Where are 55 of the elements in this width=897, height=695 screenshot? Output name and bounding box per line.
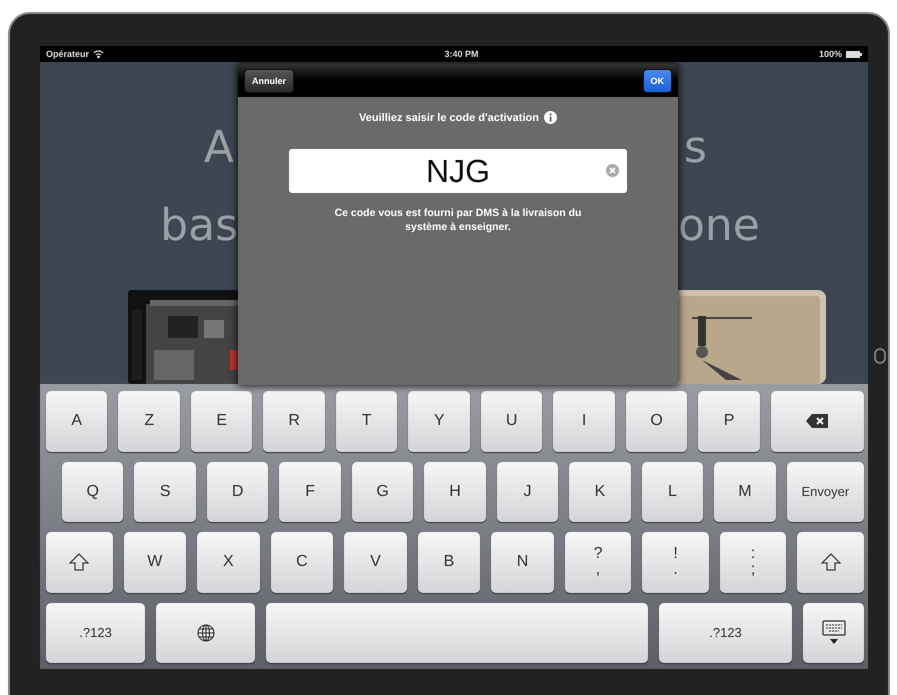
letter-key[interactable]: P (698, 391, 760, 452)
letter-key[interactable]: O (626, 391, 688, 452)
return-key[interactable]: Envoyer (786, 462, 864, 522)
wifi-icon (93, 50, 104, 58)
numbers-key[interactable]: .?123 (658, 602, 792, 663)
punctuation-key[interactable]: : ; (720, 532, 786, 592)
letter-key[interactable]: G (352, 462, 414, 522)
chalkboard-text: A (204, 121, 235, 175)
letter-key[interactable]: S (134, 462, 196, 522)
letter-key[interactable]: J (496, 462, 558, 522)
chalkboard-text: one (678, 199, 760, 253)
activation-code-field[interactable]: NJG (289, 149, 627, 193)
globe-icon (196, 624, 215, 642)
clock-label: 3:40 PM (444, 49, 478, 59)
carrier-label: Opérateur (46, 49, 90, 59)
letter-key[interactable]: M (714, 462, 776, 522)
letter-key[interactable]: K (569, 462, 631, 522)
letter-key[interactable]: H (424, 462, 486, 522)
battery-icon (846, 50, 862, 58)
backspace-icon (806, 414, 828, 428)
chalkboard-text: s (683, 121, 707, 175)
letter-key[interactable]: U (480, 391, 542, 452)
letter-key[interactable]: R (263, 391, 325, 452)
letter-key[interactable]: N (491, 532, 554, 592)
punctuation-key[interactable]: ? , (564, 532, 632, 592)
battery-label: 100% (818, 49, 842, 59)
globe-key[interactable] (156, 602, 256, 663)
letter-key[interactable]: F (279, 462, 341, 522)
ok-button[interactable]: OK (642, 68, 672, 92)
keyboard-hide-icon (822, 620, 846, 646)
dialog-prompt: Veuilliez saisir le code d'activation (359, 112, 539, 124)
letter-key[interactable]: D (206, 462, 268, 522)
cancel-button[interactable]: Annuler (244, 68, 294, 92)
letter-key[interactable]: B (418, 532, 480, 592)
letter-key[interactable]: A (46, 391, 108, 452)
letter-key[interactable]: V (344, 532, 407, 592)
letter-key[interactable]: Y (408, 391, 470, 452)
letter-key[interactable]: I (553, 391, 615, 452)
letter-key[interactable]: Q (62, 462, 124, 522)
backspace-key[interactable] (770, 391, 864, 452)
shift-icon (820, 553, 841, 572)
punctuation-key[interactable]: ! . (642, 532, 709, 592)
hide-keyboard-key[interactable] (803, 602, 864, 663)
help-text: Ce code vous est fourni par DMS à la livraison du système à enseigner. (334, 207, 582, 234)
letter-key[interactable]: T (336, 391, 398, 452)
letter-key[interactable]: Z (118, 391, 180, 452)
chalkboard-text: bas (160, 199, 238, 253)
shift-icon (69, 553, 90, 572)
letter-key[interactable]: E (190, 391, 252, 452)
letter-key[interactable]: L (642, 462, 704, 522)
info-icon[interactable] (544, 111, 557, 124)
letter-key[interactable]: X (197, 532, 260, 592)
numbers-key[interactable]: .?123 (46, 602, 146, 663)
letter-key[interactable]: W (124, 532, 186, 592)
letter-key[interactable]: C (270, 532, 334, 592)
